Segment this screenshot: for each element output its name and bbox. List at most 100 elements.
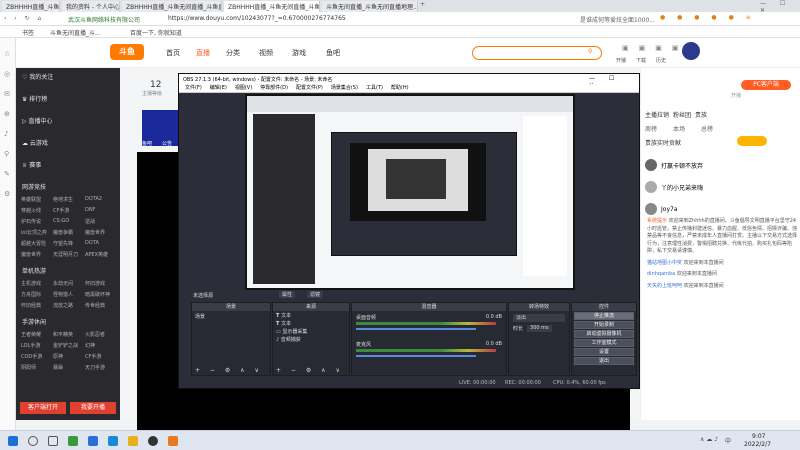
menu-item[interactable]: 文件(F) — [185, 84, 202, 92]
category-item[interactable]: 天涯明月刀 — [52, 249, 84, 260]
tab[interactable]: 粉丝团 — [673, 110, 691, 120]
studio-mode-button[interactable]: 工作室模式 — [574, 339, 634, 347]
rank-row[interactable]: 丫的小兄弟来嗨 — [645, 176, 797, 198]
header-icon-label[interactable]: 开播 — [616, 57, 626, 64]
properties-button[interactable]: 属性 — [279, 291, 296, 298]
category-item[interactable]: 阴阳师 — [20, 362, 52, 373]
category-item[interactable]: 天刀手游 — [84, 362, 116, 373]
start-icon[interactable] — [8, 436, 18, 446]
category-item[interactable]: 魔兽世界 — [20, 249, 52, 260]
avatar[interactable] — [682, 42, 700, 60]
new-tab-icon[interactable]: + — [420, 1, 425, 8]
category-item[interactable]: 怪物猎人 — [52, 289, 84, 300]
volume-slider[interactable] — [356, 355, 476, 357]
rank-row[interactable]: 打赢卡顿不放弃 — [645, 154, 797, 176]
ime-indicator[interactable]: 中 — [725, 436, 731, 445]
menu-item[interactable]: 视图(V) — [235, 84, 252, 92]
duration-input[interactable]: 300 ms — [527, 325, 552, 332]
tab[interactable]: 总榜 — [701, 124, 713, 134]
open-button[interactable]: 开播 — [731, 92, 741, 99]
category-item[interactable]: 火影忍者 — [84, 329, 116, 340]
category-item[interactable]: 永劫无间 — [52, 278, 84, 289]
stop-streaming-button[interactable]: 停止推流 — [574, 312, 634, 320]
start-recording-button[interactable]: 开始录制 — [574, 321, 634, 329]
tab[interactable]: 贵族 — [695, 110, 707, 120]
menu-item[interactable]: 工具(T) — [366, 84, 383, 92]
category-item[interactable]: CS:GO — [52, 216, 84, 227]
rank-row[interactable]: Joy7a — [645, 198, 797, 220]
category-item[interactable]: DOTA — [84, 238, 116, 249]
browser-tab[interactable]: ZBHHHH直播_斗鱼无间直播_斗鱼直... — [2, 1, 60, 12]
url-field[interactable]: https://www.douyu.com/10243077?_=0.67000… — [168, 15, 346, 22]
category-item[interactable]: 和平精英 — [52, 329, 84, 340]
task-view-icon[interactable] — [48, 436, 58, 446]
search-input[interactable] — [472, 46, 602, 60]
volume-slider[interactable] — [356, 328, 476, 330]
search-icon[interactable] — [28, 436, 38, 446]
category-item[interactable]: 金铲铲之战 — [52, 340, 84, 351]
edge-icon[interactable] — [108, 436, 118, 446]
menu-item[interactable]: 场景集合(S) — [331, 84, 358, 92]
category-item[interactable]: 超越大冒险 — [20, 238, 52, 249]
obs-preview[interactable] — [245, 94, 575, 290]
category-item[interactable]: 幻神 — [84, 340, 116, 351]
category-item[interactable]: lol云顶之弈 — [20, 227, 52, 238]
category-item[interactable]: 绝地求生 — [52, 194, 84, 205]
nav-cloud-game[interactable]: ☁ 云游戏 — [16, 128, 120, 150]
menu-item[interactable]: 帮助(H) — [391, 84, 409, 92]
bookmark-item[interactable]: 书签 — [22, 28, 34, 37]
security-badge[interactable]: 武汉斗鱼网络科技有限公司 — [68, 15, 140, 24]
category-item[interactable]: 原神 — [52, 351, 84, 362]
obs-icon[interactable] — [148, 436, 158, 446]
browser-tab[interactable]: 我的资料 - 个人中心 - 斗鱼 — [62, 1, 120, 12]
category-item[interactable]: 主机游戏 — [20, 278, 52, 289]
extension-icons[interactable]: ● ● ● ● ● ≡ — [660, 14, 756, 21]
folder-icon[interactable] — [128, 436, 138, 446]
exit-button[interactable]: 退出 — [574, 357, 634, 365]
nav-game[interactable]: 游戏 — [292, 48, 306, 58]
tab[interactable]: 周榜 — [645, 124, 657, 134]
pc-client-button[interactable]: PC客户端 — [741, 80, 791, 90]
category-item[interactable]: 穿越火线 — [20, 205, 52, 216]
category-item[interactable]: 方舟国际 — [20, 289, 52, 300]
sidebar-icons[interactable]: ☆ ◎ ✉ ⊕ ♪ ⚲ ✎ ⚙ — [4, 44, 10, 204]
tray-icons[interactable]: ∧ ☁ ♪ — [700, 436, 718, 443]
category-item[interactable]: 王者荣耀 — [20, 329, 52, 340]
source-item[interactable]: ▭ 显示器采集 — [276, 328, 346, 336]
header-icons[interactable]: ▣▣▣▣ — [622, 44, 688, 52]
browser-tab[interactable]: 斗鱼无间直播_斗鱼无间直播地理... — [322, 1, 418, 12]
category-item[interactable]: 魔兽争霸 — [52, 227, 84, 238]
category-item[interactable]: DNF — [84, 205, 116, 216]
nav-live[interactable]: 直播 — [196, 48, 210, 58]
header-icon-label[interactable]: 下载 — [636, 57, 646, 64]
menu-item[interactable]: 停靠部件(D) — [260, 84, 288, 92]
scene-item[interactable]: 场景 — [192, 311, 270, 322]
transition-select[interactable]: 淡出 — [513, 314, 565, 322]
settings-button[interactable]: 设置 — [574, 348, 634, 356]
clock-date[interactable]: 2022/2/7 — [744, 441, 771, 448]
source-controls[interactable]: + − ⚙ ∧ ∨ — [276, 367, 344, 374]
tab[interactable]: 主播拉销 — [645, 110, 669, 120]
app-icon[interactable] — [168, 436, 178, 446]
app-icon[interactable] — [68, 436, 78, 446]
menu-item[interactable]: 配置文件(P) — [296, 84, 323, 92]
source-item[interactable]: ♪ 音频捕获 — [276, 336, 346, 344]
nav-rank[interactable]: ♛ 排行榜 — [16, 84, 120, 106]
nav-buttons-icon[interactable]: ‹ › ↻ ⌂ — [4, 15, 44, 22]
start-live-button[interactable]: 我要开播 — [70, 402, 116, 414]
category-item[interactable]: 传世经典 — [84, 300, 116, 311]
browser-tab-active[interactable]: ZBHHHH直播_斗鱼无间直播_斗鱼直... — [224, 1, 320, 12]
nav-video[interactable]: 视频 — [259, 48, 273, 58]
category-item[interactable]: 暴躁 — [52, 362, 84, 373]
category-item[interactable]: CF手游 — [52, 205, 84, 216]
client-open-button[interactable]: 客户端打开 — [20, 402, 66, 414]
scene-controls[interactable]: + − ⚙ ∧ ∨ — [195, 367, 263, 374]
browser-tab[interactable]: ZBHHHH直播_斗鱼无间直播_斗鱼直... — [122, 1, 222, 12]
category-item[interactable]: CF手游 — [84, 351, 116, 362]
virtual-camera-button[interactable]: 启动虚拟摄像机 — [574, 330, 634, 338]
bookmark-item[interactable]: 斗鱼无间直播_斗... — [50, 28, 101, 37]
source-item[interactable]: T 文本 — [276, 320, 346, 328]
category-item[interactable]: 英雄联盟 — [20, 194, 52, 205]
category-item[interactable]: LOL手游 — [20, 340, 52, 351]
bookmark-item[interactable]: 百度一下, 你就知道 — [130, 28, 182, 37]
